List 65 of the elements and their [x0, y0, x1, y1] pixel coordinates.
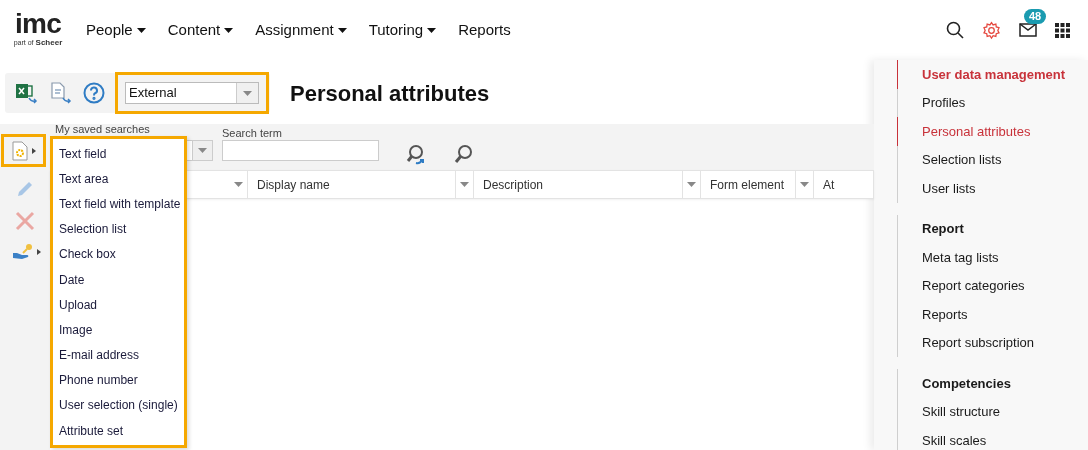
- search-icon[interactable]: [946, 21, 964, 39]
- saved-searches-label: My saved searches: [55, 123, 151, 136]
- menu-item[interactable]: Text field with template: [53, 191, 184, 217]
- hand-key-icon[interactable]: [12, 243, 34, 261]
- new-attribute-button[interactable]: [1, 134, 46, 167]
- menu-link[interactable]: User lists: [897, 174, 1088, 203]
- column-header[interactable]: At: [814, 175, 873, 194]
- caret-right-icon: [37, 249, 41, 255]
- caret-icon: [136, 27, 146, 33]
- search-icon[interactable]: [453, 143, 475, 165]
- nav-menu-item[interactable]: Reports: [458, 18, 511, 42]
- document-gear-icon: [11, 140, 28, 161]
- scope-dropdown[interactable]: External: [125, 82, 259, 104]
- caret-icon: [687, 182, 696, 187]
- excel-export-icon[interactable]: [15, 82, 39, 104]
- logo-tagline: Scheer: [35, 37, 63, 49]
- menu-item[interactable]: Upload: [53, 292, 184, 318]
- settings-icon[interactable]: [982, 20, 1001, 40]
- menu-link[interactable]: Report subscription: [897, 328, 1088, 357]
- apps-grid-icon[interactable]: [1055, 22, 1070, 38]
- menu-section-heading[interactable]: Competencies: [897, 369, 1088, 398]
- menu-item[interactable]: Text area: [53, 166, 184, 192]
- caret-icon: [800, 182, 809, 187]
- menu-link[interactable]: Reports: [897, 300, 1088, 329]
- column-header[interactable]: Description: [474, 175, 682, 194]
- menu-section-heading[interactable]: User data management: [897, 60, 1088, 89]
- caret-icon: [427, 27, 437, 33]
- column-header[interactable]: Display name: [248, 175, 455, 194]
- menu-link[interactable]: Report categories: [897, 271, 1088, 300]
- menu-section-heading[interactable]: Report: [897, 214, 1088, 243]
- nav-menu-item[interactable]: Assignment: [255, 18, 347, 42]
- nav-menu-item[interactable]: People: [86, 18, 146, 42]
- menu-link[interactable]: Meta tag lists: [897, 243, 1088, 272]
- menu-link[interactable]: Profiles: [897, 88, 1088, 117]
- caret-icon: [234, 182, 243, 187]
- menu-item[interactable]: Date: [53, 266, 184, 293]
- search-term-label: Search term: [222, 127, 283, 140]
- menu-item[interactable]: Phone number: [53, 367, 184, 393]
- caret-right-icon: [31, 147, 36, 154]
- menu-item[interactable]: Check box: [53, 241, 184, 267]
- caret-icon: [243, 90, 252, 96]
- search-term-field[interactable]: [222, 140, 379, 161]
- menu-link[interactable]: Personal attributes: [897, 117, 1088, 146]
- menu-item[interactable]: User selection (single): [53, 392, 184, 419]
- notification-badge: 48: [1024, 9, 1047, 24]
- caret-icon: [224, 27, 234, 33]
- logo-wordmark[interactable]: imc: [14, 11, 62, 37]
- help-icon[interactable]: [83, 82, 105, 104]
- menu-item[interactable]: E-mail address: [53, 342, 184, 368]
- page-title: Personal attributes: [290, 79, 490, 108]
- caret-icon: [460, 182, 469, 187]
- column-header[interactable]: Form element: [701, 175, 795, 194]
- menu-link[interactable]: Skill structure: [897, 397, 1088, 426]
- menu-item[interactable]: Image: [53, 317, 184, 343]
- menu-link[interactable]: Skill scales: [897, 426, 1088, 450]
- nav-menu-item[interactable]: Tutoring: [368, 18, 437, 42]
- caret-icon: [337, 27, 347, 33]
- menu-link[interactable]: Selection lists: [897, 145, 1088, 174]
- caret-icon: [198, 148, 207, 153]
- mail-icon[interactable]: [1019, 23, 1037, 37]
- nav-menu-item[interactable]: Content: [167, 18, 234, 42]
- menu-item[interactable]: Attribute set: [53, 418, 184, 444]
- document-export-icon[interactable]: [49, 82, 73, 104]
- menu-item[interactable]: Text field: [53, 141, 184, 167]
- menu-item[interactable]: Selection list: [53, 216, 184, 242]
